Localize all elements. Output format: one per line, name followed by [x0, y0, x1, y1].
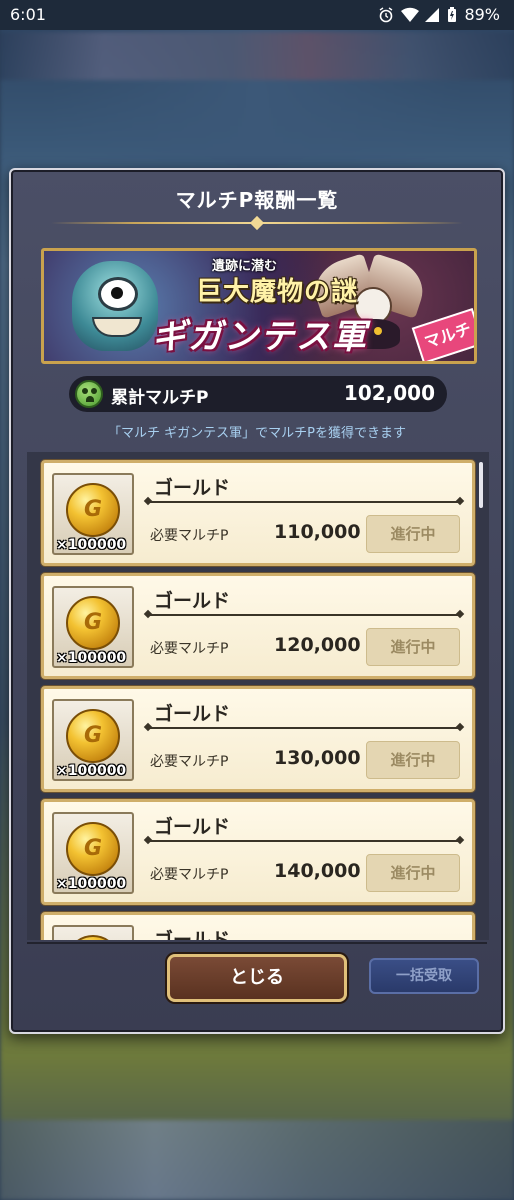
total-points-bar: 累計マルチP 102,000	[69, 376, 447, 412]
battery-icon	[447, 6, 457, 23]
wifi-icon	[401, 7, 420, 23]
required-points-label: 必要マルチP	[150, 641, 229, 657]
reward-list[interactable]: G ×100000 ゴールド 必要マルチP 110,000 進行中 G ×100…	[27, 452, 489, 940]
total-points-label: 累計マルチP	[111, 388, 209, 408]
reward-name: ゴールド	[154, 816, 231, 838]
reward-thumbnail: G	[52, 925, 134, 940]
banner-logo: 巨大魔物の謎	[196, 277, 359, 307]
required-points-label: 必要マルチP	[150, 528, 229, 544]
close-button[interactable]: とじる	[167, 954, 347, 1002]
status-button[interactable]: 進行中	[366, 628, 460, 666]
title-divider	[51, 218, 463, 228]
reward-name: ゴールド	[154, 703, 231, 725]
total-points-value: 102,000	[343, 381, 435, 405]
reward-name: ゴールド	[154, 590, 231, 612]
required-points-value: 140,000	[274, 860, 361, 882]
required-points-value: 130,000	[274, 747, 361, 769]
reward-quantity: ×100000	[56, 876, 127, 892]
gold-coin-icon: G	[66, 935, 120, 940]
dialog-title: マルチP報酬一覧	[175, 188, 339, 212]
status-time: 6:01	[10, 5, 46, 24]
footer-divider	[27, 942, 487, 944]
list-item: G ×100000 ゴールド 必要マルチP 110,000 進行中	[41, 460, 475, 566]
list-item: G ゴールド	[41, 912, 475, 940]
status-bar: 6:01 89%	[0, 0, 514, 30]
points-note: 「マルチ ギガンテス軍」でマルチPを獲得できます	[108, 426, 406, 441]
list-scrollbar[interactable]	[479, 462, 483, 508]
status-button[interactable]: 進行中	[366, 854, 460, 892]
reward-quantity: ×100000	[56, 650, 127, 666]
alarm-icon	[378, 6, 394, 23]
required-points-label: 必要マルチP	[150, 754, 229, 770]
reward-thumbnail: G ×100000	[52, 699, 134, 781]
reward-thumbnail: G ×100000	[52, 586, 134, 668]
reward-thumbnail: G ×100000	[52, 473, 134, 555]
reward-thumbnail: G ×100000	[52, 812, 134, 894]
status-icons: 89%	[378, 5, 500, 24]
gold-coin-icon: G	[66, 709, 120, 763]
list-item: G ×100000 ゴールド 必要マルチP 120,000 進行中	[41, 573, 475, 679]
multi-reward-dialog: マルチP報酬一覧 遺跡に潜む 巨大魔物の謎 ギガンテス軍 マルチ 累計マルチP …	[9, 168, 505, 1034]
bulk-receive-button[interactable]: 一括受取	[369, 958, 479, 994]
signal-icon	[424, 7, 440, 23]
gigantes-monster-art	[72, 261, 158, 351]
reward-quantity: ×100000	[56, 537, 127, 553]
reward-name: ゴールド	[154, 929, 231, 940]
gold-coin-icon: G	[66, 596, 120, 650]
required-points-value: 110,000	[274, 521, 361, 543]
gold-coin-icon: G	[66, 483, 120, 537]
reward-name: ゴールド	[154, 477, 231, 499]
event-banner: 遺跡に潜む 巨大魔物の謎 ギガンテス軍 マルチ	[41, 248, 477, 364]
banner-event-name: ギガンテス軍	[152, 317, 368, 357]
list-item: G ×100000 ゴールド 必要マルチP 140,000 進行中	[41, 799, 475, 905]
status-button[interactable]: 進行中	[366, 741, 460, 779]
gold-coin-icon: G	[66, 822, 120, 876]
required-points-value: 120,000	[274, 634, 361, 656]
status-button[interactable]: 進行中	[366, 515, 460, 553]
battery-percent: 89%	[464, 5, 500, 24]
list-item: G ×100000 ゴールド 必要マルチP 130,000 進行中	[41, 686, 475, 792]
multi-players-icon	[75, 380, 103, 408]
reward-quantity: ×100000	[56, 763, 127, 779]
required-points-label: 必要マルチP	[150, 867, 229, 883]
